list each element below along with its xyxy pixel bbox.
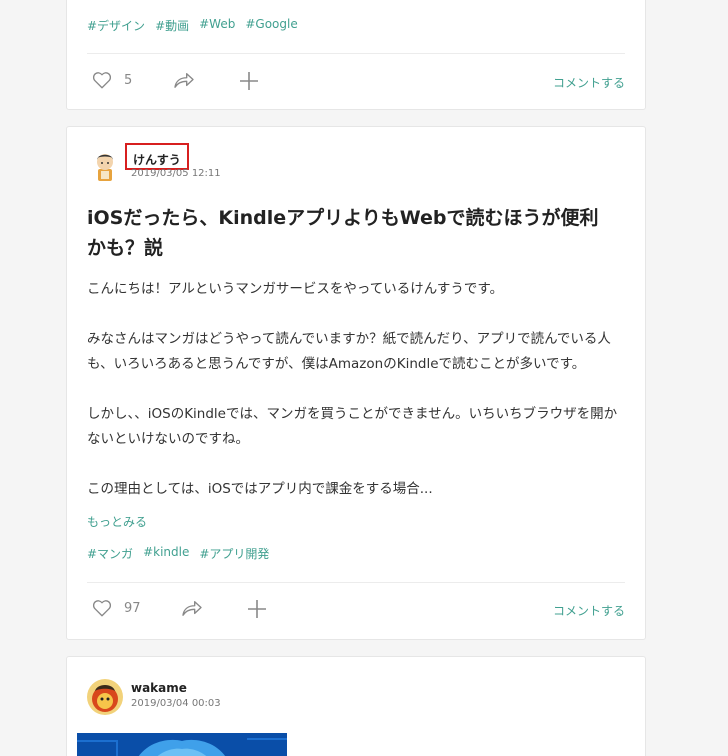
- tag-link[interactable]: #kindle: [143, 545, 189, 562]
- post-author: けんすう 2019/03/05 12:11: [87, 143, 387, 185]
- add-to-magazine-button[interactable]: [247, 599, 267, 619]
- like-button[interactable]: 97: [92, 599, 141, 617]
- comment-link[interactable]: コメントする: [553, 602, 625, 619]
- read-more-link[interactable]: もっとみる: [87, 513, 147, 530]
- post-date: 2019/03/05 12:11: [131, 168, 221, 179]
- add-to-magazine-button[interactable]: [239, 71, 259, 91]
- tag-link[interactable]: #動画: [155, 17, 189, 34]
- post-tags: #デザイン #動画 #Web #Google: [87, 17, 298, 34]
- post-card: けんすう 2019/03/05 12:11 iOSだったら、Kindleアプリよ…: [66, 126, 646, 640]
- share-arrow-icon: [181, 599, 203, 617]
- body-paragraph: みなさんはマンガはどうやって読んでいますか？紙で読んだり、アプリで読んでいる人も…: [87, 331, 611, 372]
- avatar[interactable]: [87, 149, 123, 185]
- tag-link[interactable]: #アプリ開発: [199, 545, 269, 562]
- tag-link[interactable]: #マンガ: [87, 545, 133, 562]
- tag-link[interactable]: #デザイン: [87, 17, 145, 34]
- post-card: wakame 2019/03/04 00:03: [66, 656, 646, 756]
- body-paragraph: しかし、、iOSのKindleでは、マンガを買うことができません。いちいちブラウ…: [87, 406, 618, 447]
- post-card: #デザイン #動画 #Web #Google 5 コメントする: [66, 0, 646, 110]
- body-paragraph: この理由としては、iOSではアプリ内で課金をする場合...: [87, 481, 433, 497]
- tag-link[interactable]: #Web: [199, 17, 235, 34]
- divider: [87, 582, 625, 583]
- plus-icon: [247, 599, 267, 619]
- share-button[interactable]: [181, 599, 203, 617]
- like-count: 5: [124, 72, 133, 88]
- post-image[interactable]: [77, 733, 287, 756]
- author-name[interactable]: けんすう: [125, 143, 189, 170]
- heart-icon: [92, 71, 112, 89]
- author-name[interactable]: wakame: [131, 681, 187, 695]
- post-actions: 97 コメントする: [87, 599, 625, 623]
- plus-icon: [239, 71, 259, 91]
- post-actions: 5 コメントする: [87, 71, 625, 95]
- heart-icon: [92, 599, 112, 617]
- post-body: こんにちは！アルというマンガサービスをやっているけんすうです。 みなさんはマンガ…: [87, 277, 627, 502]
- share-arrow-icon: [173, 71, 195, 89]
- like-count: 97: [124, 600, 141, 616]
- post-tags: #マンガ #kindle #アプリ開発: [87, 545, 269, 562]
- share-button[interactable]: [173, 71, 195, 89]
- divider: [87, 53, 625, 54]
- like-button[interactable]: 5: [92, 71, 132, 89]
- post-author: wakame 2019/03/04 00:03: [87, 675, 387, 715]
- post-title[interactable]: iOSだったら、KindleアプリよりもWebで読むほうが便利かも？説: [87, 203, 617, 263]
- avatar[interactable]: [87, 679, 123, 715]
- post-date: 2019/03/04 00:03: [131, 698, 221, 709]
- tag-link[interactable]: #Google: [245, 17, 297, 34]
- body-paragraph: こんにちは！アルというマンガサービスをやっているけんすうです。: [87, 281, 504, 297]
- comment-link[interactable]: コメントする: [553, 74, 625, 91]
